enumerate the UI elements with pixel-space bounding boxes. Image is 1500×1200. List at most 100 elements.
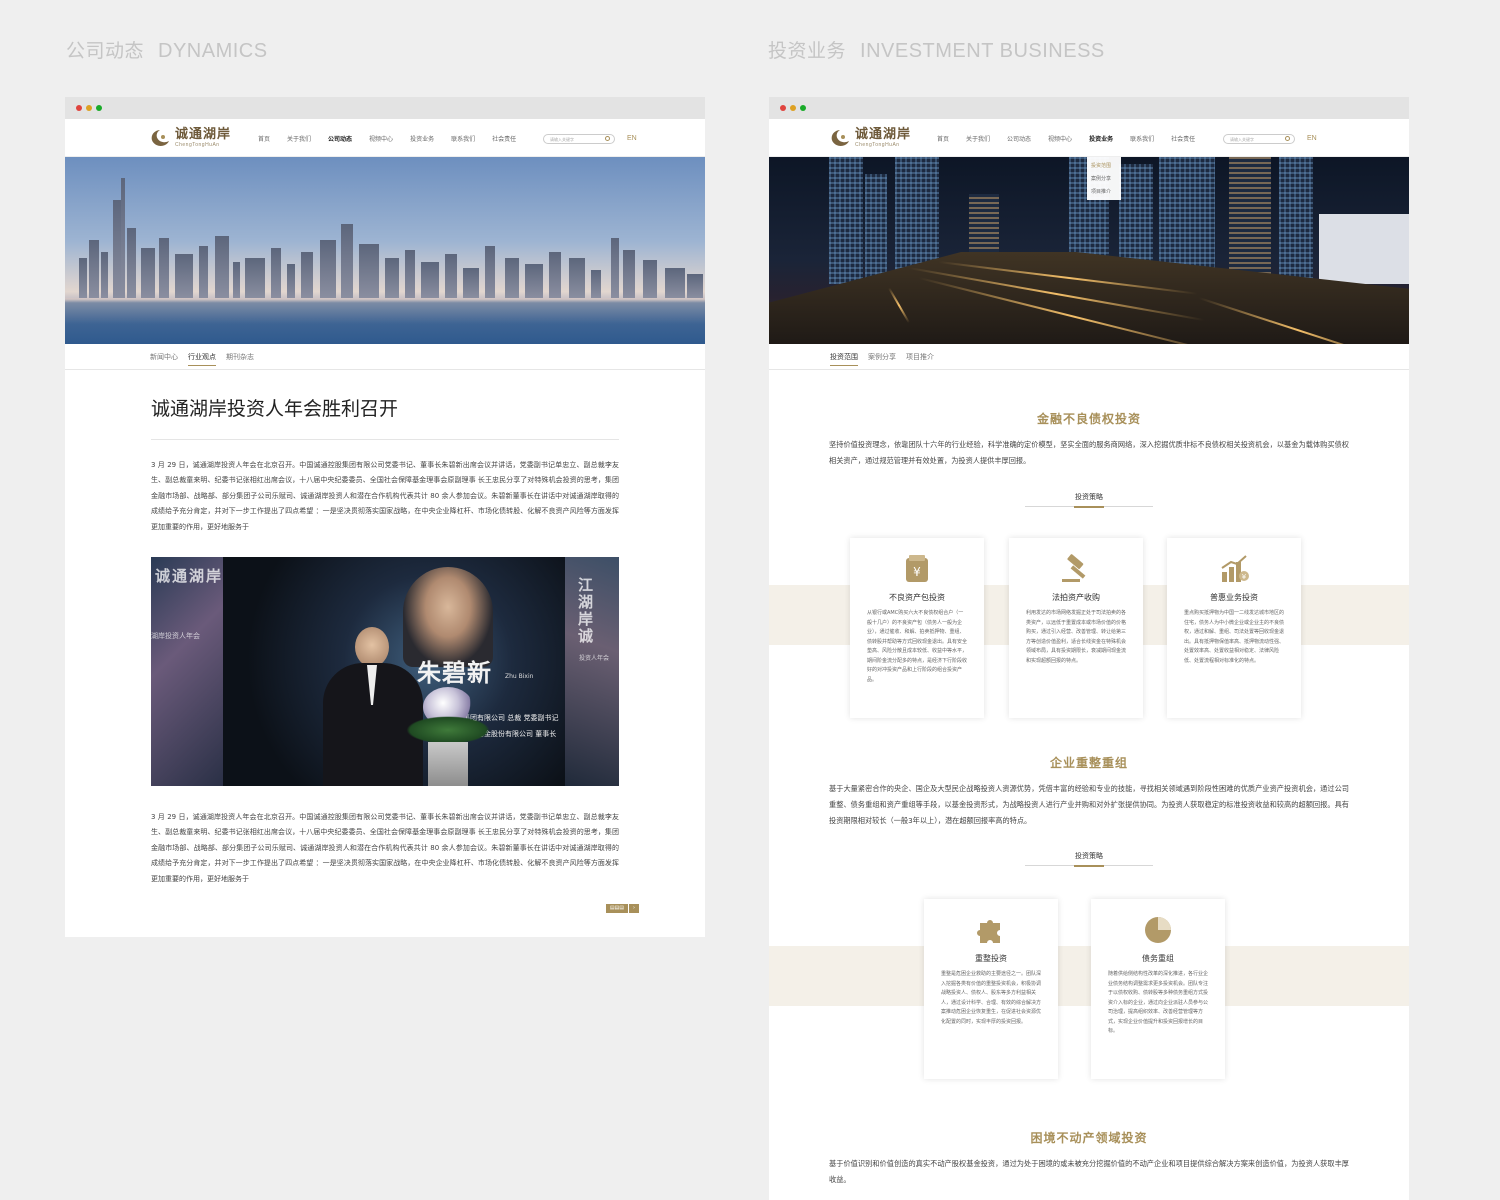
maximize-window-icon[interactable]: [800, 105, 806, 111]
site-logo[interactable]: 诚通湖岸 ChengTongHuAn: [827, 128, 911, 148]
nav-dynamics[interactable]: 公司动态: [1007, 134, 1031, 143]
strategy-card[interactable]: ¥ 不良资产包投资 从银行或AMC购买六大不良债权组合户（一般十几户）的不良资产…: [850, 538, 984, 718]
card-description: 从银行或AMC购买六大不良债权组合户（一般十几户）的不良资产包（债务人一般为企业…: [867, 610, 968, 683]
hero-banner-night-city: 投资范围 案例分享 项目推介: [769, 157, 1409, 344]
strategy-card[interactable]: ¥ 普惠业务投资 重点购买抵押物为中国一二线发达城市地区的住宅，债务人为中小微企…: [1167, 538, 1301, 718]
search-input[interactable]: 请输入关键字: [1223, 134, 1295, 144]
minimize-window-icon[interactable]: [86, 105, 92, 111]
photo-right-panel-text2: 投资人年会: [579, 655, 610, 663]
building: [175, 254, 193, 298]
building: [271, 248, 281, 298]
nav-dynamics[interactable]: 公司动态: [328, 134, 352, 143]
nav-investment[interactable]: 投资业务: [410, 134, 434, 143]
section-band: [769, 946, 1409, 1006]
window-chrome: [65, 97, 705, 119]
subnav-scope[interactable]: 投资范围: [830, 350, 858, 366]
podium-flowers: [403, 687, 493, 787]
section-title-en: INVESTMENT BUSINESS: [860, 40, 1105, 62]
investment-subnav: 投资范围 案例分享 项目推介: [769, 344, 1409, 370]
window-chrome: [769, 97, 1409, 119]
site-logo[interactable]: 诚通湖岸 ChengTongHuAn: [147, 128, 231, 148]
building: [549, 252, 561, 298]
logo-crescent-icon: [827, 128, 853, 148]
section-title-en: DYNAMICS: [158, 40, 268, 62]
strategy-underline: [1025, 506, 1153, 508]
subnav-journal[interactable]: 期刊杂志: [226, 350, 254, 364]
svg-text:¥: ¥: [1242, 573, 1247, 581]
dropdown-item-scope[interactable]: 投资范围: [1087, 159, 1121, 172]
nav-investment[interactable]: 投资业务: [1089, 134, 1113, 143]
dropdown-item-cases[interactable]: 案例分享: [1087, 172, 1121, 185]
section-heading: 金融不良债权投资: [1036, 412, 1141, 426]
building: [301, 252, 313, 298]
investment-dropdown-menu: 投资范围 案例分享 项目推介: [1087, 157, 1121, 200]
strategy-text: 投资策略: [1075, 493, 1103, 501]
building: [623, 250, 635, 298]
subnav-cases[interactable]: 案例分享: [868, 350, 896, 364]
card-description: 随着供给侧结构性改革的深化推进，各行业企业债务结构调整需求更多投资机会。团队专注…: [1108, 971, 1209, 1034]
building: [341, 224, 353, 298]
pagination: ▤▤▤ ›: [605, 904, 639, 913]
building: [320, 240, 336, 298]
building: [121, 178, 125, 298]
strategy-label: 投资策略: [769, 851, 1409, 867]
main-menu: 首页 关于我们 公司动态 视频中心 投资业务 联系我们 社会责任: [937, 119, 1212, 157]
wallet-yuan-icon: ¥: [900, 552, 934, 586]
nav-contact[interactable]: 联系我们: [1130, 134, 1154, 143]
strategy-card[interactable]: 重整投资 重整是危困企业救助的主要途径之一。团队深入挖掘各类有价值的重整投资机会…: [924, 899, 1058, 1079]
photo-right-panel-text: 江湖岸诚: [576, 577, 594, 646]
card-title: 不良资产包投资: [889, 593, 945, 602]
article-paragraph: 3 月 29 日，诚通湖岸投资人年会在北京召开。中国诚通控股集团有限公司党委书记…: [151, 461, 619, 531]
nav-about[interactable]: 关于我们: [966, 134, 990, 143]
subnav-projects[interactable]: 项目推介: [906, 350, 934, 364]
building: [505, 258, 519, 298]
building: [463, 268, 479, 298]
nav-about[interactable]: 关于我们: [287, 134, 311, 143]
building: [643, 260, 657, 298]
building: [569, 258, 585, 298]
search-icon[interactable]: [605, 136, 610, 141]
building: [215, 236, 229, 298]
building: [1319, 214, 1409, 284]
section-title-cn: 投资业务: [768, 40, 847, 62]
nav-video[interactable]: 视频中心: [1048, 134, 1072, 143]
section-heading: 企业重整重组: [1049, 756, 1128, 770]
water-reflection: [65, 298, 705, 324]
nav-home[interactable]: 首页: [937, 134, 949, 143]
nav-responsibility[interactable]: 社会责任: [1171, 134, 1195, 143]
building: [611, 238, 619, 298]
strategy-card[interactable]: 法拍资产收购 利用发达的市场网络发掘正处于司法拍卖的各类资产，以远低于重置成本或…: [1009, 538, 1143, 718]
subnav-news-center[interactable]: 新闻中心: [150, 350, 178, 364]
building: [405, 250, 415, 298]
search-icon[interactable]: [1285, 136, 1290, 141]
site-header: 诚通湖岸 ChengTongHuAn 首页 关于我们 公司动态 视频中心 投资业…: [65, 119, 705, 157]
building: [287, 264, 295, 298]
pager-list-button[interactable]: ▤▤▤: [605, 904, 628, 913]
close-window-icon[interactable]: [76, 105, 82, 111]
pager-next-button[interactable]: ›: [629, 904, 639, 913]
subnav-industry-view[interactable]: 行业观点: [188, 350, 216, 366]
search-input[interactable]: 请输入关键字: [543, 134, 615, 144]
nav-responsibility[interactable]: 社会责任: [492, 134, 516, 143]
minimize-window-icon[interactable]: [790, 105, 796, 111]
dropdown-item-projects[interactable]: 项目推介: [1087, 185, 1121, 198]
logo-text: 诚通湖岸: [175, 127, 232, 142]
language-en-link[interactable]: EN: [627, 135, 637, 142]
building: [865, 174, 887, 284]
language-en-link[interactable]: EN: [1307, 135, 1317, 142]
puzzle-icon: [974, 913, 1008, 947]
nav-contact[interactable]: 联系我们: [451, 134, 475, 143]
building: [485, 246, 495, 298]
search-placeholder: 请输入关键字: [550, 137, 574, 142]
card-title: 重整投资: [975, 954, 1007, 963]
close-window-icon[interactable]: [780, 105, 786, 111]
building: [421, 262, 439, 298]
building: [1229, 157, 1271, 284]
nav-home[interactable]: 首页: [258, 134, 270, 143]
main-menu: 首页 关于我们 公司动态 视频中心 投资业务 联系我们 社会责任: [258, 119, 533, 157]
strategy-text: 投资策略: [1075, 852, 1103, 860]
strategy-card[interactable]: 债务重组 随着供给侧结构性改革的深化推进，各行业企业债务结构调整需求更多投资机会…: [1091, 899, 1225, 1079]
nav-video[interactable]: 视频中心: [369, 134, 393, 143]
maximize-window-icon[interactable]: [96, 105, 102, 111]
svg-text:¥: ¥: [913, 565, 921, 579]
